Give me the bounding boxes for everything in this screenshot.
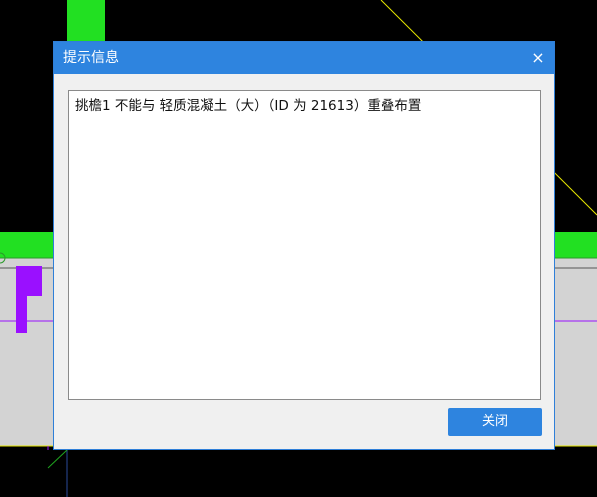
dialog-title: 提示信息: [63, 50, 119, 66]
message-textarea[interactable]: 挑檐1 不能与 轻质混凝土（大）（ID 为 21613）重叠布置: [68, 90, 541, 400]
green-beam-top: [67, 0, 105, 42]
green-beam-right: [555, 232, 597, 258]
close-icon[interactable]: ×: [522, 42, 554, 74]
green-beam-left: [0, 232, 54, 258]
gray-wall-right: [555, 258, 597, 446]
message-text: 挑檐1 不能与 轻质混凝土（大）（ID 为 21613）重叠布置: [75, 98, 422, 114]
dialog-titlebar[interactable]: 提示信息 ×: [54, 42, 554, 74]
close-button[interactable]: 关闭: [448, 408, 542, 436]
message-dialog: 提示信息 × 挑檐1 不能与 轻质混凝土（大）（ID 为 21613）重叠布置 …: [53, 41, 555, 450]
purple-column-cap: [16, 266, 42, 296]
